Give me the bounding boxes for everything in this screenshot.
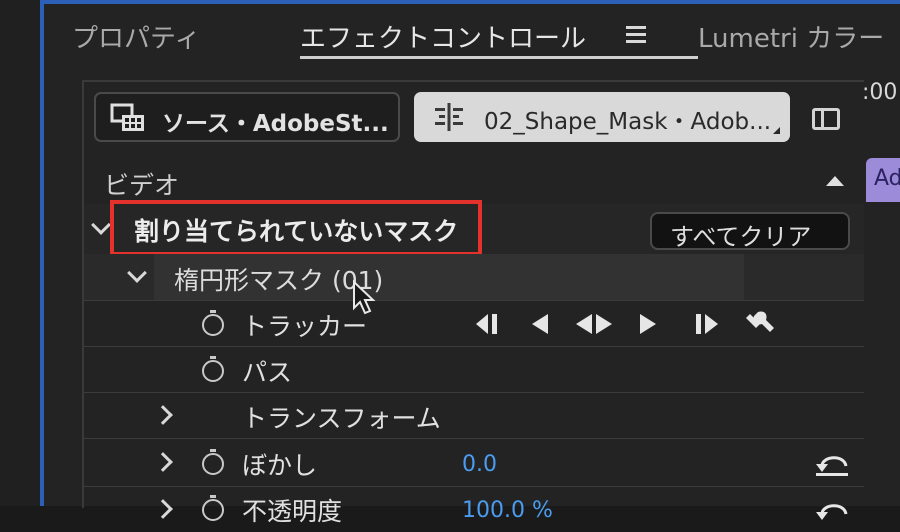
source-label: ソース・AdobeSt... [162,111,389,137]
transform-row[interactable]: トランスフォーム [84,392,864,439]
wrench-icon[interactable] [746,310,776,338]
ellipse-mask-row[interactable]: 楕円形マスク (01) [84,254,864,315]
path-row: パス [84,346,864,393]
align-center-icon [435,103,463,131]
monitor-grid-icon [110,103,144,131]
unassigned-masks-label: 割り当てられていないマスク [134,217,459,246]
tab-effect-controls[interactable]: エフェクトコントロール [300,18,586,55]
stopwatch-icon[interactable] [202,495,224,521]
tracker-row: トラッカー [84,300,864,347]
unassigned-masks-row[interactable]: 割り当てられていないマスク すべてクリア [84,200,864,256]
reset-icon[interactable] [814,496,850,524]
tab-lumetri-color[interactable]: Lumetri カラー [698,18,884,55]
track-forward-icon[interactable] [636,312,660,336]
clear-all-label: すべてクリア [670,223,812,251]
active-tab-underline [300,56,698,59]
timeline-clip-label: Ad [874,166,900,191]
feather-value[interactable]: 0.0 [462,452,497,477]
feather-row: ぼかし 0.0 [84,438,864,487]
feather-label: ぼかし [242,451,318,480]
chevron-right-icon[interactable] [153,405,173,425]
opacity-row: 不透明度 100.0 % [84,486,864,532]
track-forward-frame-icon[interactable] [690,312,720,336]
stopwatch-icon[interactable] [202,310,224,336]
track-backward-icon[interactable] [528,312,552,336]
track-both-directions-icon[interactable] [574,312,614,336]
collapse-up-icon[interactable] [826,176,844,186]
hamburger-menu-icon[interactable] [626,26,646,44]
clip-label: 02_Shape_Mask・Adob... [484,109,772,135]
stopwatch-icon[interactable] [202,356,224,382]
chevron-down-icon[interactable] [127,263,147,283]
tracker-label: トラッカー [242,312,368,341]
timeline-clip[interactable]: Ad [866,158,900,202]
source-selector-button[interactable]: ソース・AdobeSt... [94,92,400,142]
left-panel-strip [0,0,40,506]
opacity-value[interactable]: 100.0 % [462,498,553,523]
transform-label: トランスフォーム [242,404,441,433]
tab-properties[interactable]: プロパティ [72,18,200,55]
track-back-frame-icon[interactable] [474,312,504,336]
reset-icon[interactable] [814,448,850,476]
opacity-label: 不透明度 [242,497,343,526]
stopwatch-icon[interactable] [202,449,224,475]
video-section-label: ビデオ [104,171,180,200]
chevron-right-icon[interactable] [153,452,173,472]
chevron-right-icon[interactable] [153,499,173,519]
panel-toggle-icon[interactable] [812,108,840,130]
clear-all-button[interactable]: すべてクリア [650,212,850,251]
chevron-down-icon[interactable] [91,215,111,235]
clip-selector-button[interactable]: 02_Shape_Mask・Adob... [414,92,790,142]
timeline-timecode: :00 [862,80,898,105]
path-label: パス [242,358,293,387]
effect-controls-panel: プロパティ エフェクトコントロール Lumetri カラー ソース・AdobeS… [44,4,900,526]
effect-controls-content: ソース・AdobeSt... 02_Shape_Mask・Adob... ビデオ [82,80,864,526]
video-section-header[interactable]: ビデオ [84,158,864,205]
dropdown-corner-icon [773,127,780,134]
panel-tab-bar: プロパティ エフェクトコントロール Lumetri カラー [44,4,900,64]
